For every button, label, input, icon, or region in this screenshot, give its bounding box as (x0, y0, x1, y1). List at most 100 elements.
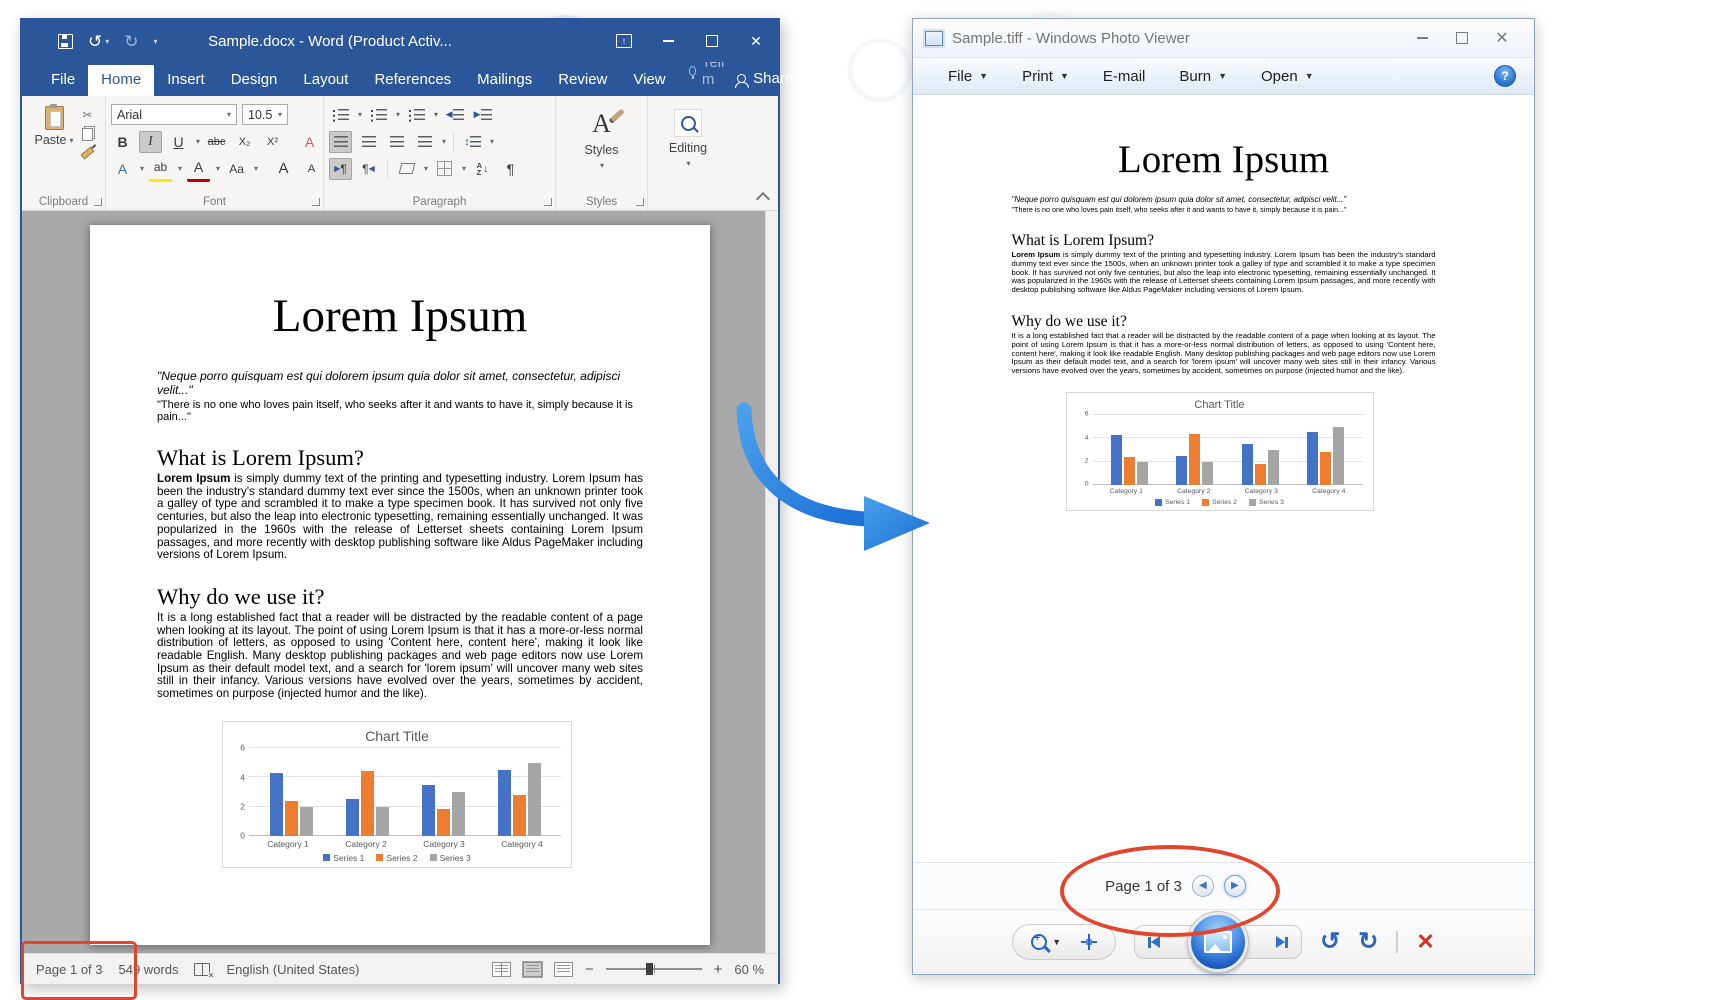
word-document-area[interactable]: Lorem Ipsum "Neque porro quisquam est qu… (22, 211, 778, 953)
qat-customize-icon[interactable]: ▾ (154, 37, 158, 46)
clipboard-dialog-launcher[interactable] (94, 198, 102, 206)
collapse-ribbon-icon[interactable] (756, 192, 770, 206)
tab-home[interactable]: Home (88, 65, 154, 96)
delete-button[interactable]: ✕ (1416, 931, 1434, 953)
vertical-scrollbar[interactable] (765, 211, 778, 953)
zoom-percentage[interactable]: 60 % (734, 962, 764, 977)
maximize-button[interactable] (1442, 19, 1482, 57)
justify-button[interactable] (413, 131, 436, 153)
tab-mailings[interactable]: Mailings (464, 65, 545, 96)
bold-button[interactable]: B (111, 131, 134, 153)
strikethrough-button[interactable]: abc (205, 131, 228, 153)
zoom-slider-handle[interactable] (646, 963, 653, 975)
grow-font-button[interactable]: A (272, 158, 295, 180)
web-layout-button[interactable] (554, 962, 573, 977)
shading-button[interactable] (395, 158, 418, 180)
tab-insert[interactable]: Insert (154, 65, 218, 96)
pilcrow-button[interactable]: ¶ (499, 158, 522, 180)
borders-button[interactable] (433, 158, 456, 180)
font-name-combo[interactable]: Arial▾ (111, 104, 237, 125)
menu-file[interactable]: File▼ (931, 58, 1005, 94)
rotate-counterclockwise-button[interactable]: ↺ (1320, 930, 1340, 954)
menu-email[interactable]: E-mail (1086, 58, 1163, 94)
minimize-button[interactable] (646, 20, 690, 62)
font-color-button[interactable]: A (187, 156, 210, 182)
help-button[interactable]: ? (1494, 65, 1516, 87)
font-dialog-launcher[interactable] (312, 198, 320, 206)
editing-button[interactable]: Editing ▾ (653, 101, 723, 168)
proofing-button[interactable] (194, 963, 210, 976)
repeat-icon[interactable]: ↻ (124, 33, 138, 50)
ribbon: Paste▾ ✂ Clipboard Arial▾ 10.5▾ B I U▾ (22, 96, 778, 211)
tab-layout[interactable]: Layout (290, 65, 361, 96)
next-image-button[interactable] (1276, 936, 1288, 948)
font-size-combo[interactable]: 10.5▾ (242, 104, 288, 125)
zoom-button[interactable]: ▼ (1031, 934, 1061, 950)
paragraph-dialog-launcher[interactable] (544, 198, 552, 206)
align-center-button[interactable] (357, 131, 380, 153)
menu-burn[interactable]: Burn▼ (1162, 58, 1244, 94)
tab-file[interactable]: File (38, 65, 88, 96)
copy-button[interactable] (81, 126, 94, 142)
chart-category-label: Category 1 (1093, 485, 1161, 495)
actual-size-button[interactable] (1081, 934, 1097, 950)
text-effects-button[interactable]: A (111, 158, 134, 180)
close-button[interactable]: ✕ (734, 20, 778, 62)
sort-button[interactable]: AZ↓ (471, 158, 494, 180)
styles-button[interactable]: A Styles ▾ (561, 101, 642, 170)
zoom-in-button[interactable]: + (714, 961, 723, 978)
shrink-font-button[interactable]: A (300, 158, 323, 180)
ribbon-display-options-button[interactable]: ↑ (602, 20, 646, 62)
word-page[interactable]: Lorem Ipsum "Neque porro quisquam est qu… (90, 225, 710, 945)
align-center-icon (362, 136, 376, 148)
tab-review[interactable]: Review (545, 65, 620, 96)
bullets-button[interactable] (329, 104, 352, 126)
menu-print-label: Print (1022, 68, 1053, 85)
language-indicator[interactable]: English (United States) (226, 962, 359, 977)
change-case-button[interactable]: Aa (225, 158, 248, 180)
align-left-button[interactable] (329, 131, 352, 153)
align-right-button[interactable] (385, 131, 408, 153)
tab-design[interactable]: Design (218, 65, 291, 96)
underline-button[interactable]: U (167, 131, 190, 153)
zoom-out-button[interactable]: − (585, 961, 594, 978)
minimize-button[interactable] (1402, 19, 1442, 57)
increase-indent-button[interactable]: ▶ (471, 104, 494, 126)
subscript-button[interactable]: X₂ (233, 131, 256, 153)
share-button[interactable]: Share (737, 70, 793, 96)
chart-category-label: Category 4 (483, 836, 561, 849)
superscript-button[interactable]: X² (261, 131, 284, 153)
highlight-button[interactable]: ab (149, 156, 172, 182)
italic-button[interactable]: I (139, 131, 162, 153)
rotate-clockwise-button[interactable]: ↻ (1358, 930, 1378, 954)
paste-button[interactable]: Paste▾ (27, 101, 81, 161)
legend-label: Series 3 (1259, 499, 1284, 506)
lightbulb-icon (689, 66, 696, 76)
format-painter-button[interactable] (81, 145, 94, 161)
line-spacing-button[interactable]: ↕ (461, 131, 484, 153)
print-layout-button[interactable] (523, 962, 542, 977)
chevron-down-icon: ▾ (442, 137, 446, 146)
chart-ytick-label: 2 (1085, 458, 1089, 465)
zoom-slider[interactable] (606, 968, 702, 970)
undo-button[interactable]: ↺▾ (88, 33, 109, 50)
marks-reverse-button[interactable]: ¶◀ (357, 158, 380, 180)
previous-image-button[interactable] (1148, 936, 1160, 948)
save-icon[interactable] (58, 34, 73, 49)
decrease-indent-button[interactable]: ◀ (443, 104, 466, 126)
cut-button[interactable]: ✂ (81, 107, 94, 123)
tab-view[interactable]: View (620, 65, 678, 96)
read-mode-button[interactable] (492, 962, 511, 977)
menu-open[interactable]: Open▼ (1244, 58, 1331, 94)
styles-dialog-launcher[interactable] (636, 198, 644, 206)
tab-references[interactable]: References (361, 65, 464, 96)
show-marks-button[interactable]: ▶¶ (329, 158, 352, 180)
chevron-down-icon: ▾ (686, 159, 690, 168)
sort-az-icon: AZ (477, 162, 482, 176)
numbering-button[interactable] (367, 104, 390, 126)
clear-formatting-button[interactable]: A (298, 131, 321, 153)
close-button[interactable]: ✕ (1482, 19, 1522, 57)
multilevel-list-button[interactable] (405, 104, 428, 126)
menu-print[interactable]: Print▼ (1005, 58, 1086, 94)
maximize-button[interactable] (690, 20, 734, 62)
